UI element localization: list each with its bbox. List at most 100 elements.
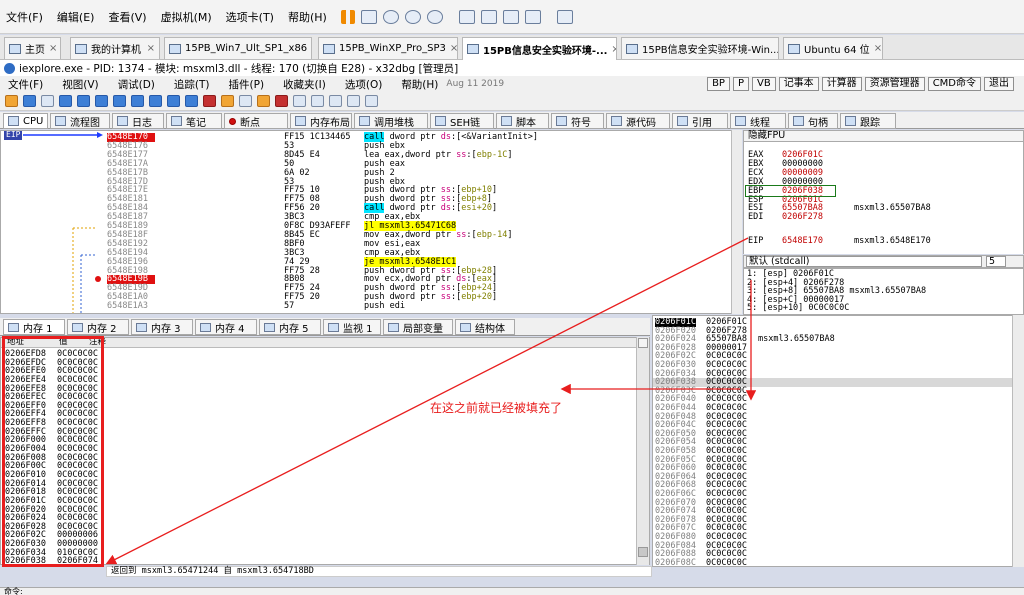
register-row[interactable]: EDI 0206F278 [748,213,854,222]
snapshot-icon[interactable] [382,9,399,24]
dump-header-comment[interactable]: 注释 [89,338,106,347]
close-icon[interactable]: × [607,44,616,55]
run-to-user-code-icon[interactable] [185,95,198,107]
patch-icon[interactable] [221,95,234,107]
close-icon[interactable]: × [446,43,457,54]
fullscreen-icon[interactable] [458,9,475,24]
hide-fpu-toggle[interactable]: 隐藏FPU [743,130,1024,142]
stack-row[interactable]: 0206F08C 0C0C0C0C [653,559,1023,566]
dbg-menu-plugins[interactable]: 插件(P) [229,77,265,92]
disasm-row[interactable]: 6548E194 3BC3 cmp eax,ebx [1,249,741,258]
tab-notes[interactable]: 笔记 [166,113,222,129]
console-view-icon[interactable] [556,9,573,24]
tab-dump-4[interactable]: 内存 4 [195,319,257,335]
register-row[interactable]: EIP 6548E170 msxml3.6548E170 [748,237,931,246]
argument-row[interactable]: 5: [esp+10] 0C0C0C0C [747,304,1020,313]
tab-references[interactable]: 引用 [672,113,728,129]
tab-call-stack[interactable]: 调用堆栈 [354,113,428,129]
register-row[interactable]: EDX 00000000 [748,178,854,187]
hash-icon[interactable] [311,95,324,107]
vm-tab-my-computer[interactable]: 我的计算机 × [70,37,160,59]
tab-breakpoints[interactable]: 断点 [224,113,288,129]
dbg-menu-favourites[interactable]: 收藏夹(I) [283,77,326,92]
calling-convention-select[interactable]: 默认 (stdcall) [746,256,982,267]
tab-locals[interactable]: 局部变量 [383,319,453,335]
unity-icon[interactable] [480,9,497,24]
vm-tab-win7[interactable]: 15PB_Win7_Ult_SP1_x86× [164,37,312,59]
pause-icon[interactable] [340,9,355,24]
dump-header-address[interactable]: 地址 [7,338,24,347]
vm-tab-ubuntu[interactable]: Ubuntu 64 位 × [783,37,883,59]
vm-menu-help[interactable]: 帮助(H) [288,9,327,25]
stretch-icon[interactable] [502,9,519,24]
register-row[interactable]: EBP 0206F038 [748,186,854,196]
close-icon[interactable]: × [143,43,155,54]
calculator-button[interactable]: 计算器 [821,77,862,91]
close-debuggee-icon[interactable] [41,95,54,107]
memory-dump-view[interactable]: 地址 值 注释 0206EFD8 0C0C0C0C 0206EFDC 0C0C0C0C… [0,337,650,565]
register-value[interactable]: 0206F038 [782,186,854,196]
dbg-menu-options[interactable]: 选项(O) [345,77,382,92]
comments-icon[interactable] [239,95,252,107]
restart-icon[interactable] [23,95,36,107]
step-into-icon[interactable] [95,95,108,107]
tab-seh[interactable]: SEH链 [430,113,494,129]
calculator-icon[interactable] [347,95,360,107]
font-icon[interactable] [329,95,342,107]
cheat-icon[interactable] [365,95,378,107]
execute-till-return-icon[interactable] [167,95,180,107]
tab-log[interactable]: 日志 [112,113,164,129]
cmd-button[interactable]: CMD命令 [927,77,981,91]
tab-struct[interactable]: 结构体 [455,319,515,335]
tab-symbols[interactable]: 符号 [551,113,604,129]
dump-scrollbar[interactable] [636,337,649,565]
autofit-icon[interactable] [524,9,541,24]
arg-count-spinner[interactable]: 5 [986,256,1006,267]
register-value[interactable]: 00000000 [782,178,854,187]
tab-trace[interactable]: 跟踪 [840,113,896,129]
vb-button[interactable]: VB [751,77,776,91]
tab-dump-5[interactable]: 内存 5 [259,319,321,335]
tab-source[interactable]: 源代码 [606,113,670,129]
vm-menu-tabs[interactable]: 选项卡(T) [226,9,274,25]
breakpoint-dot-icon[interactable] [95,276,101,283]
tab-dump-3[interactable]: 内存 3 [131,319,193,335]
register-row[interactable]: ESI 65507BA8 msxml3.65507BA8 [748,204,931,213]
bp-button[interactable]: BP [707,77,730,91]
tab-dump-2[interactable]: 内存 2 [67,319,129,335]
snapshot-manager-icon[interactable] [426,9,443,24]
dbg-menu-file[interactable]: 文件(F) [8,77,43,92]
tab-memory-map[interactable]: 内存布局 [290,113,352,129]
tab-cpu[interactable]: CPU [3,113,48,129]
send-keys-icon[interactable] [360,9,377,24]
tab-threads[interactable]: 线程 [730,113,786,129]
scroll-thumb[interactable] [638,547,648,557]
tab-script[interactable]: 脚本 [496,113,549,129]
exit-button[interactable]: 退出 [984,77,1014,91]
vm-menu-edit[interactable]: 编辑(E) [57,9,95,25]
vm-tab-lab-win[interactable]: 15PB信息安全实验环境-Win...× [621,37,779,59]
close-icon[interactable]: × [45,43,57,54]
vm-tab-home[interactable]: 主页 × [4,37,61,59]
stack-scrollbar[interactable] [1012,315,1024,567]
pause-icon[interactable] [77,95,90,107]
revert-snapshot-icon[interactable] [404,9,421,24]
open-icon[interactable] [5,95,18,107]
register-value[interactable]: 6548E170 [782,237,854,246]
vm-tab-winxp[interactable]: 15PB_WinXP_Pro_SP3 × [318,37,458,59]
dbg-menu-trace[interactable]: 追踪(T) [174,77,210,92]
disassembly-view[interactable]: EIP 6548E170 FF15 1C134465 call dword ptr … [0,130,742,314]
disasm-row[interactable]: 6548E1A3 57 push edi [1,302,741,311]
close-icon[interactable]: × [870,43,882,54]
scylla-icon[interactable] [203,95,216,107]
vm-menu-file[interactable]: 文件(F) [6,9,43,25]
arguments-view[interactable]: 1: [esp] 0206F01C 2: [esp+4] 0206F278 3: [… [743,268,1024,315]
stack-view[interactable]: 0206F01C 0206F01C 0206F020 0206F278 0206F024… [652,315,1024,567]
registers-view[interactable]: EAX 0206F01C EBX 00000000 ECX 00000009 EDX 0000… [743,142,1024,254]
step-over-icon[interactable] [113,95,126,107]
functions-icon[interactable] [293,95,306,107]
vm-menu-vm[interactable]: 虚拟机(M) [161,9,212,25]
disasm-row[interactable]: 6548E17B 6A 02 push 2 [1,168,741,178]
scroll-up-icon[interactable] [638,338,648,348]
bookmarks-icon[interactable] [275,95,288,107]
